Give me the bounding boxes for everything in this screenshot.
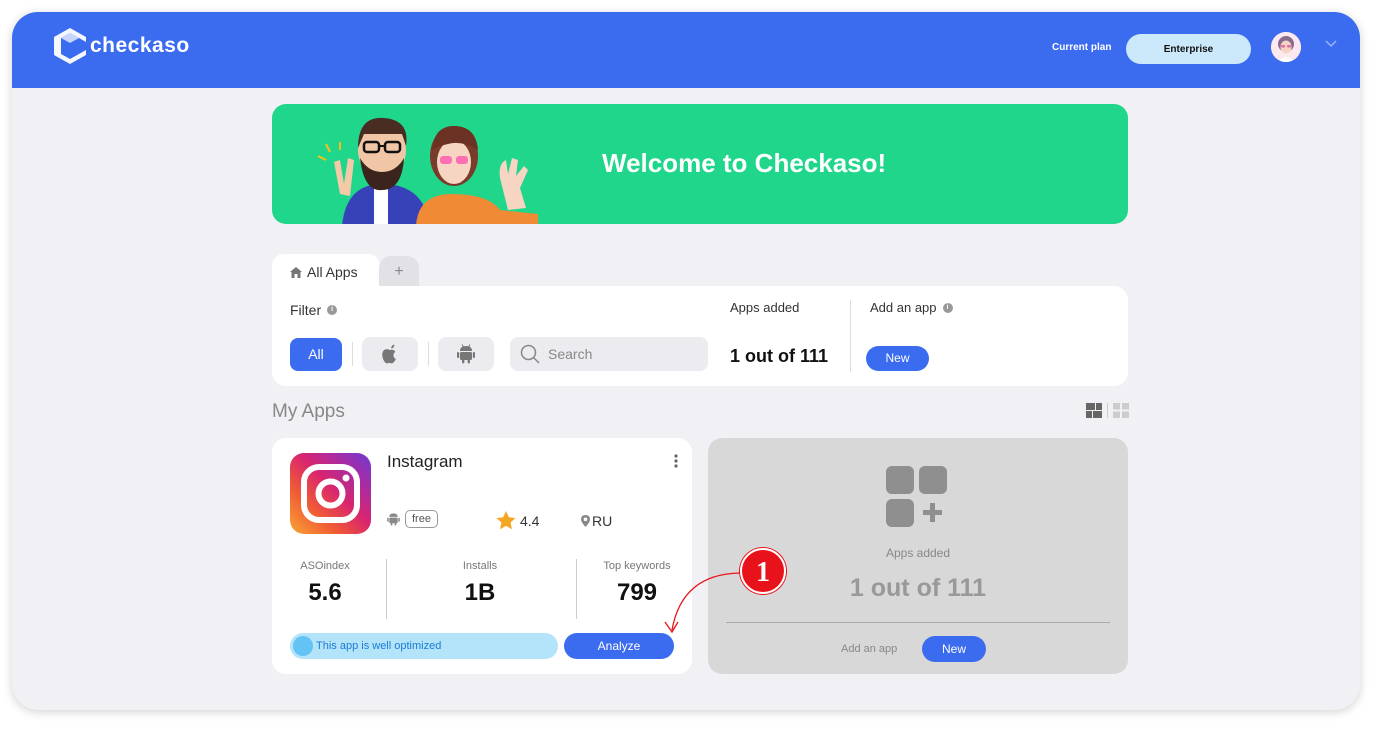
- stat-label: Installs: [462, 560, 498, 572]
- add-app-label: Add an app i: [870, 300, 953, 315]
- info-icon[interactable]: i: [942, 302, 953, 313]
- star-icon: [496, 511, 516, 530]
- apps-added-label: Apps added: [730, 300, 800, 315]
- filter-label: Filter i: [290, 302, 338, 318]
- info-icon[interactable]: i: [327, 305, 338, 315]
- region-value: RU: [592, 513, 613, 529]
- tab-all-apps[interactable]: All Apps: [272, 254, 380, 290]
- stat-value: 5.6: [308, 579, 342, 606]
- add-app-label-text: Add an app: [870, 300, 937, 315]
- add-card-new-button[interactable]: New: [922, 636, 986, 662]
- apps-added-value: 1 out of 111: [730, 346, 829, 366]
- pricing-badge: free: [405, 510, 438, 528]
- divider: [386, 559, 387, 619]
- app-card[interactable]: Instagram free 4.4 RU ASOindex 5.6 Insta…: [272, 438, 692, 674]
- mascots-illustration: [317, 117, 538, 224]
- more-options-icon[interactable]: [674, 454, 678, 468]
- divider: [726, 622, 1110, 623]
- top-bar: checkaso Current plan Enterprise: [12, 12, 1360, 88]
- add-tab-button[interactable]: +: [379, 256, 419, 288]
- rating-value: 4.4: [520, 512, 540, 529]
- chevron-down-icon[interactable]: [1325, 40, 1337, 48]
- tab-all-apps-label: All Apps: [307, 264, 358, 280]
- logo[interactable]: checkaso: [52, 26, 190, 66]
- divider: [576, 559, 577, 619]
- location-pin-icon: [581, 515, 590, 527]
- stat-value: 1B: [464, 579, 496, 606]
- app-region: RU: [581, 513, 612, 529]
- logo-text: checkaso: [90, 34, 190, 57]
- stat-label: Top keywords: [603, 560, 671, 572]
- app-window: checkaso Current plan Enterprise Welcome…: [12, 12, 1360, 710]
- apple-icon: [382, 344, 396, 364]
- welcome-banner: Welcome to Checkaso!: [272, 104, 1128, 224]
- add-apps-icon: [886, 466, 947, 527]
- analyze-button[interactable]: Analyze: [564, 633, 674, 659]
- divider: [850, 300, 851, 372]
- home-icon: [290, 266, 302, 278]
- stat-installs: Installs 1B: [440, 560, 520, 607]
- divider: [352, 342, 353, 366]
- optimization-status-text: This app is well optimized: [316, 640, 442, 652]
- android-icon: [387, 513, 400, 526]
- app-rating: 4.4: [496, 511, 539, 530]
- checkaso-logo-icon: [54, 28, 86, 64]
- list-view-icon[interactable]: [1086, 403, 1102, 418]
- filter-label-text: Filter: [290, 302, 322, 318]
- divider: [428, 342, 429, 366]
- search-input[interactable]: Search: [510, 337, 708, 371]
- enterprise-plan-button[interactable]: Enterprise: [1126, 34, 1251, 64]
- stat-label: ASOindex: [300, 560, 350, 572]
- divider: [1107, 403, 1108, 418]
- optimization-status: This app is well optimized: [290, 633, 558, 659]
- app-name[interactable]: Instagram: [387, 452, 463, 472]
- app-platform: free: [387, 510, 438, 528]
- annotation-arrow-icon: [664, 572, 741, 634]
- my-apps-title: My Apps: [272, 401, 345, 422]
- avatar[interactable]: [1271, 32, 1301, 62]
- new-app-button[interactable]: New: [866, 346, 929, 371]
- stat-asoindex: ASOindex 5.6: [290, 560, 360, 607]
- grid-view-icon[interactable]: [1113, 403, 1129, 418]
- filter-panel: Filter i All Search Apps added 1 out of …: [272, 286, 1128, 386]
- banner-title: Welcome to Checkaso!: [602, 148, 887, 178]
- view-toggle[interactable]: [1086, 403, 1129, 418]
- search-icon: [520, 344, 540, 364]
- android-icon: [457, 344, 475, 364]
- filter-android-button[interactable]: [438, 337, 494, 371]
- status-dot-icon: [293, 636, 313, 656]
- filter-all-button[interactable]: All: [290, 338, 342, 371]
- filter-ios-button[interactable]: [362, 337, 418, 371]
- instagram-glyph-icon: [301, 464, 360, 523]
- search-placeholder: Search: [548, 346, 593, 362]
- instagram-icon[interactable]: [290, 453, 371, 534]
- current-plan-label: Current plan: [1052, 42, 1112, 53]
- annotation-callout: 1: [740, 548, 786, 594]
- user-avatar-icon: [1271, 32, 1301, 62]
- add-card-add-app-label: Add an app: [841, 643, 898, 655]
